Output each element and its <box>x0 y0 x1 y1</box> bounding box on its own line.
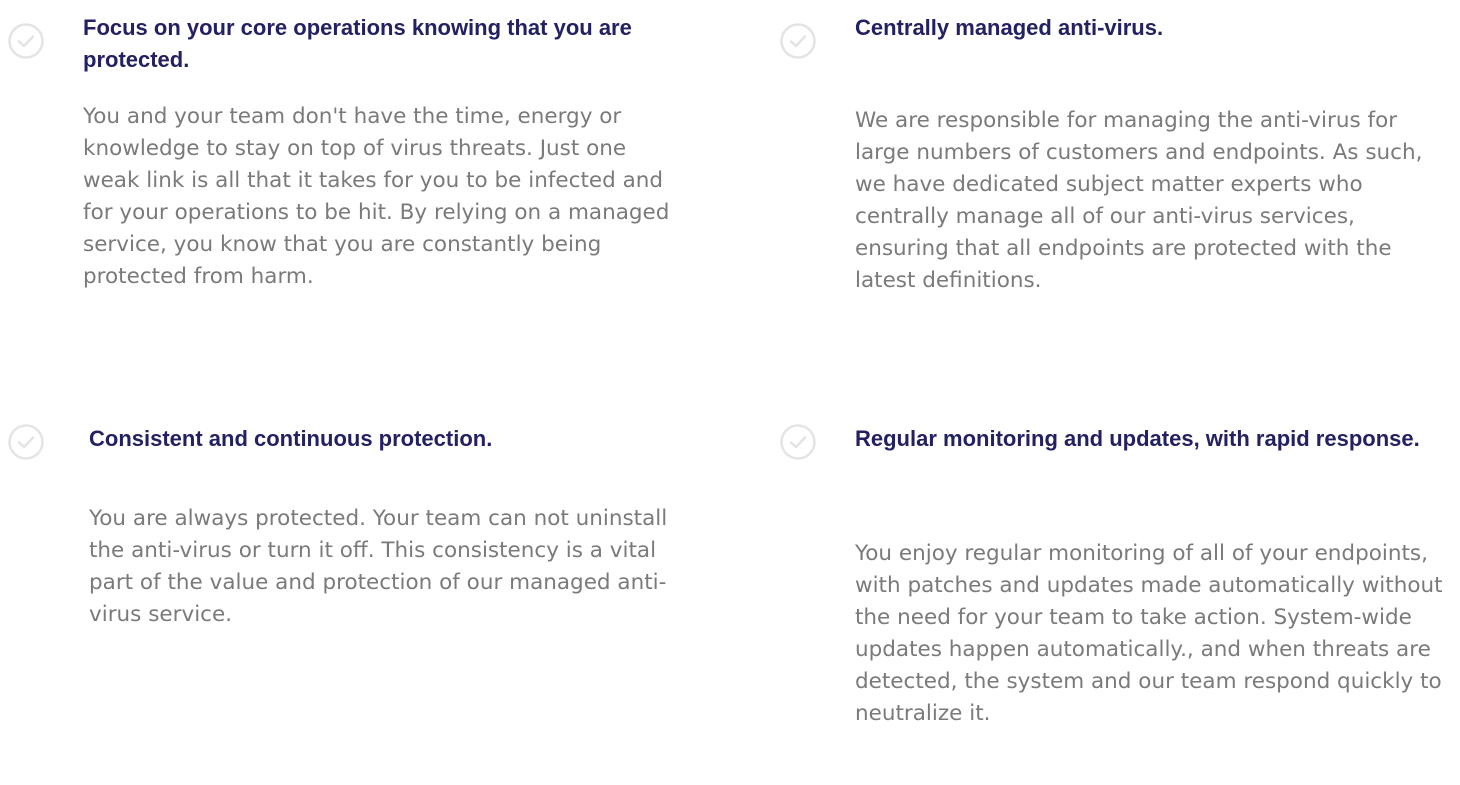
feature-title: Focus on your core operations knowing th… <box>83 15 632 72</box>
feature-item: Consistent and continuous protection. Yo… <box>8 423 689 627</box>
feature-title: Consistent and continuous protection. <box>89 426 493 451</box>
check-circle-icon <box>779 22 817 60</box>
feature-title: Centrally managed anti-virus. <box>855 15 1164 40</box>
feature-description: You enjoy regular monitoring of all of y… <box>855 541 1443 726</box>
feature-item: Focus on your core operations knowing th… <box>8 12 683 289</box>
feature-item: Centrally managed anti-virus. We are res… <box>780 12 1455 293</box>
feature-description: We are responsible for managing the anti… <box>855 108 1423 293</box>
check-circle-icon <box>7 22 45 60</box>
feature-description: You and your team don't have the time, e… <box>83 104 670 289</box>
feature-title: Regular monitoring and updates, with rap… <box>855 426 1420 451</box>
check-circle-icon <box>779 423 817 461</box>
check-circle-icon <box>7 423 45 461</box>
features-grid: Focus on your core operations knowing th… <box>0 0 1460 785</box>
feature-description: You are always protected. Your team can … <box>89 506 668 627</box>
feature-item: Regular monitoring and updates, with rap… <box>780 423 1455 726</box>
